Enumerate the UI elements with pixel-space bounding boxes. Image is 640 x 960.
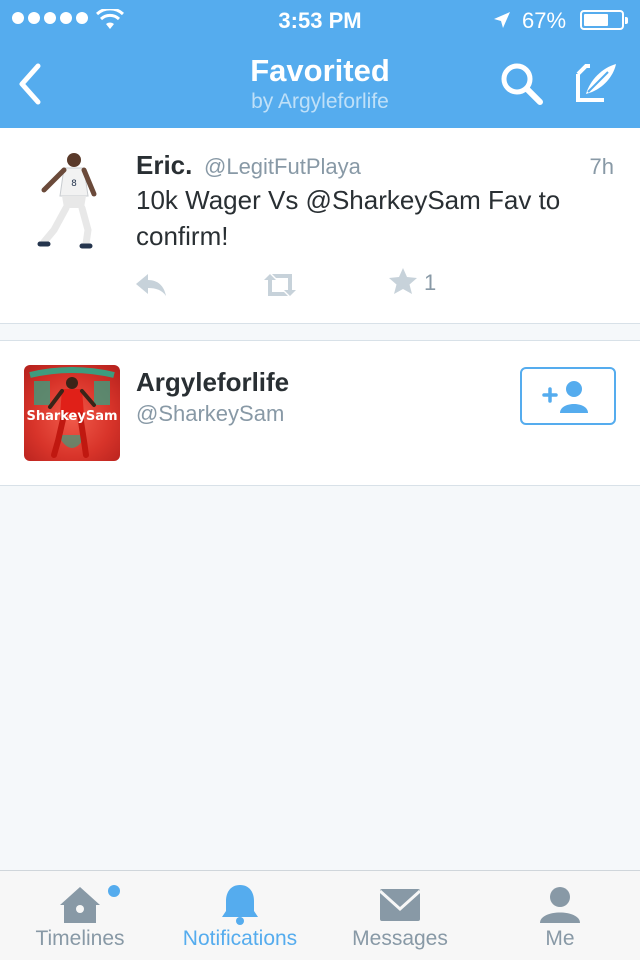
avatar[interactable]: SharkeySam [24, 365, 120, 461]
location-arrow-icon [494, 12, 510, 28]
tweet-card[interactable]: 8 Eric. @LegitFutPlaya 7h 10k Wager Vs @… [0, 128, 640, 324]
tab-label: Me [545, 927, 575, 950]
status-bar: 3:53 PM 67% [0, 0, 640, 40]
tab-me[interactable]: Me [480, 871, 640, 960]
favorite-count: 1 [424, 270, 437, 295]
tweet-timestamp: 7h [589, 154, 614, 179]
tab-label: Timelines [35, 927, 125, 950]
follow-button[interactable] [520, 367, 616, 425]
tab-label: Messages [352, 927, 448, 950]
navigation-header: 3:53 PM 67% Favorited by Argyleforlife [0, 0, 640, 128]
tweet-text: 10k Wager Vs @SharkeySam Fav to confirm! [136, 185, 561, 251]
tab-messages[interactable]: Messages [320, 871, 480, 960]
avatar[interactable]: 8 [30, 150, 110, 250]
user-display-name[interactable]: Argyleforlife [136, 367, 289, 398]
svg-text:8: 8 [71, 179, 77, 189]
tweet-author-handle[interactable]: @LegitFutPlaya [204, 154, 361, 180]
compose-icon[interactable] [572, 58, 620, 106]
person-icon [540, 887, 580, 923]
tab-timelines[interactable]: Timelines [0, 871, 160, 960]
user-handle[interactable]: @SharkeySam [136, 401, 284, 427]
envelope-icon [378, 889, 422, 921]
search-icon[interactable] [498, 60, 546, 108]
bell-icon [222, 885, 258, 925]
tab-notifications[interactable]: Notifications [160, 871, 320, 960]
home-icon [60, 887, 100, 923]
tab-bar: Timelines Notifications Messages Me [0, 870, 640, 960]
tweet-author-name[interactable]: Eric. [136, 150, 192, 181]
tab-label: Notifications [182, 927, 298, 950]
avatar-caption: SharkeySam [26, 409, 118, 424]
reply-icon[interactable] [134, 270, 168, 300]
add-user-icon [542, 381, 588, 413]
user-card[interactable]: SharkeySam Argyleforlife @SharkeySam [0, 340, 640, 486]
battery-icon [580, 10, 628, 30]
battery-percent: 67% [522, 8, 567, 33]
unread-dot [108, 885, 120, 897]
favorite-star-icon[interactable] [388, 266, 418, 296]
retweet-icon[interactable] [260, 270, 300, 300]
